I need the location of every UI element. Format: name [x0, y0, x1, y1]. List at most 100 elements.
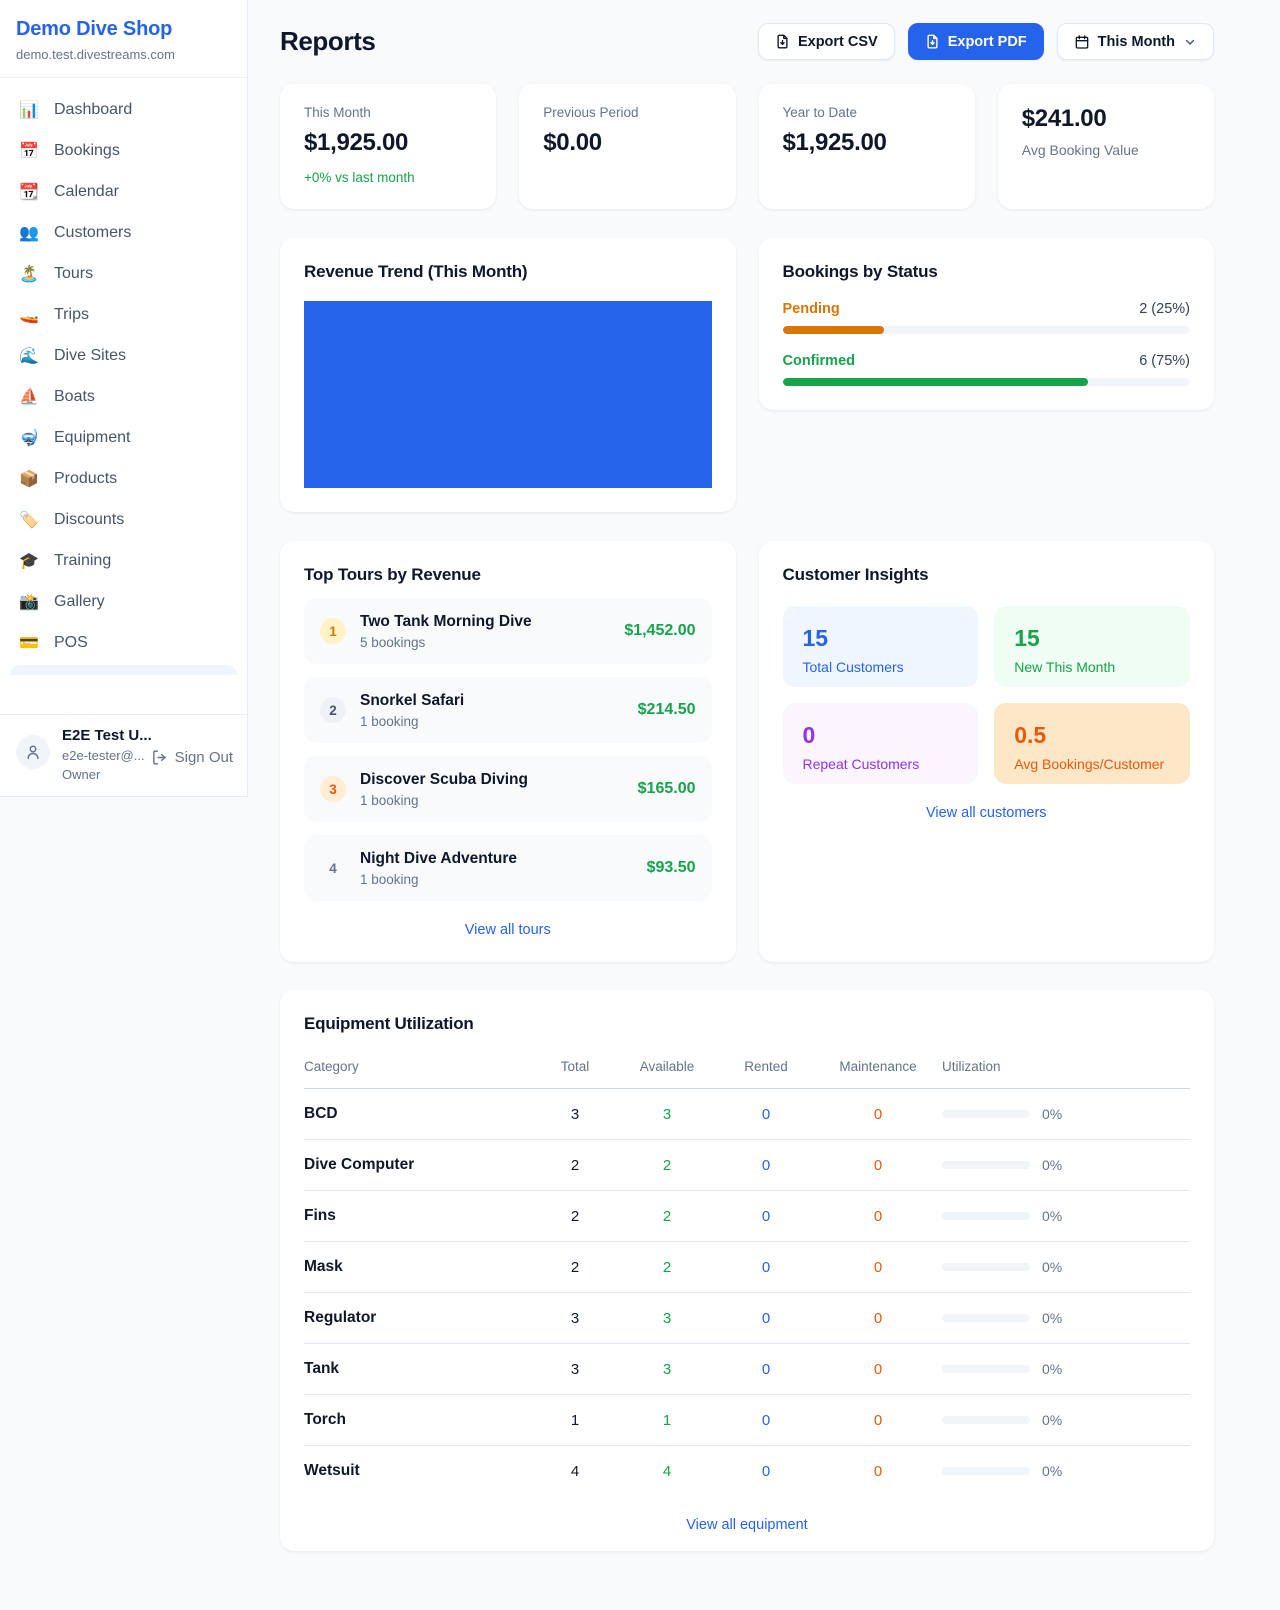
status-count: 6 (75%): [1139, 353, 1190, 369]
tile-value: 15: [803, 625, 959, 652]
sailboat-icon: ⛵: [18, 387, 40, 407]
total-cell: 3: [534, 1344, 616, 1395]
sidebar-item-label: Trips: [54, 306, 89, 324]
utilization-track: [942, 1314, 1030, 1322]
sidebar-item-dashboard[interactable]: 📊 Dashboard: [8, 90, 239, 130]
status-row-pending: Pending 2 (25%): [783, 301, 1191, 334]
top-tours-card: Top Tours by Revenue 1 Two Tank Morning …: [280, 541, 736, 962]
available-cell: 3: [616, 1089, 718, 1140]
tour-row: 4 Night Dive Adventure 1 booking $93.50: [304, 835, 712, 901]
rank-badge: 2: [320, 697, 346, 723]
status-label: Pending: [783, 301, 840, 317]
tour-amount: $214.50: [638, 701, 696, 719]
table-row: Dive Computer 2 2 0 0 0%: [304, 1140, 1190, 1191]
progress-fill: [783, 378, 1089, 386]
stat-label: Year to Date: [783, 105, 951, 120]
sidebar-item-bookings[interactable]: 📅 Bookings: [8, 131, 239, 171]
sidebar-item-training[interactable]: 🎓 Training: [8, 541, 239, 581]
sidebar-active-item-partial[interactable]: [10, 665, 237, 675]
available-cell: 3: [616, 1344, 718, 1395]
tour-row: 3 Discover Scuba Diving 1 booking $165.0…: [304, 756, 712, 822]
stat-value: $241.00: [1022, 105, 1190, 133]
tour-name: Two Tank Morning Dive: [360, 613, 532, 631]
bar-chart-icon: 📊: [18, 100, 40, 120]
progress-track: [783, 378, 1191, 386]
sidebar-item-tours[interactable]: 🏝️ Tours: [8, 254, 239, 294]
tour-amount: $165.00: [638, 780, 696, 798]
view-all-equipment-link[interactable]: View all equipment: [304, 1517, 1190, 1533]
table-row: Tank 3 3 0 0 0%: [304, 1344, 1190, 1395]
utilization-cell: 0%: [942, 1191, 1190, 1242]
sidebar-item-pos[interactable]: 💳 POS: [8, 623, 239, 663]
utilization-track: [942, 1161, 1030, 1169]
sidebar-item-label: Equipment: [54, 429, 131, 447]
sidebar-item-dive-sites[interactable]: 🌊 Dive Sites: [8, 336, 239, 376]
tag-icon: 🏷️: [18, 510, 40, 530]
stat-card-year-to-date: Year to Date $1,925.00: [759, 84, 975, 209]
table-row: Mask 2 2 0 0 0%: [304, 1242, 1190, 1293]
tour-name: Discover Scuba Diving: [360, 771, 528, 789]
sidebar-item-calendar[interactable]: 📆 Calendar: [8, 172, 239, 212]
column-header-total: Total: [534, 1051, 616, 1089]
file-download-icon: [925, 34, 940, 49]
export-csv-button[interactable]: Export CSV: [758, 23, 895, 60]
sign-out-label: Sign Out: [175, 749, 233, 766]
status-count: 2 (25%): [1139, 301, 1190, 317]
utilization-cell: 0%: [942, 1242, 1190, 1293]
utilization-percent: 0%: [1042, 1463, 1062, 1479]
sidebar-item-customers[interactable]: 👥 Customers: [8, 213, 239, 253]
tile-avg-bookings: 0.5 Avg Bookings/Customer: [994, 703, 1190, 784]
sidebar-item-boats[interactable]: ⛵ Boats: [8, 377, 239, 417]
period-select[interactable]: This Month: [1057, 23, 1214, 60]
stat-card-previous-period: Previous Period $0.00: [519, 84, 735, 209]
rank-badge: 3: [320, 776, 346, 802]
available-cell: 4: [616, 1446, 718, 1497]
tour-info: Night Dive Adventure 1 booking: [360, 850, 517, 887]
tile-new-this-month: 15 New This Month: [994, 606, 1190, 687]
user-name: E2E Test U...: [62, 727, 152, 744]
sidebar-item-gallery[interactable]: 📸 Gallery: [8, 582, 239, 622]
shop-name: Demo Dive Shop: [16, 18, 231, 41]
sign-out-button[interactable]: Sign Out: [151, 749, 233, 766]
avatar: [16, 735, 50, 769]
graduation-cap-icon: 🎓: [18, 551, 40, 571]
maintenance-cell: 0: [814, 1089, 942, 1140]
table-row: Regulator 3 3 0 0 0%: [304, 1293, 1190, 1344]
file-download-icon: [775, 34, 790, 49]
page-header: Reports Export CSV Export PDF This Month: [280, 23, 1214, 60]
utilization-track: [942, 1467, 1030, 1475]
sidebar-item-discounts[interactable]: 🏷️ Discounts: [8, 500, 239, 540]
maintenance-cell: 0: [814, 1446, 942, 1497]
available-cell: 2: [616, 1191, 718, 1242]
user-role: Owner: [62, 767, 152, 782]
sidebar-item-label: POS: [54, 634, 88, 652]
revenue-trend-title: Revenue Trend (This Month): [304, 262, 712, 282]
sidebar-item-trips[interactable]: 🚤 Trips: [8, 295, 239, 335]
maintenance-cell: 0: [814, 1191, 942, 1242]
sidebar-item-label: Customers: [54, 224, 131, 242]
speedboat-icon: 🚤: [18, 305, 40, 325]
logout-icon: [151, 749, 168, 766]
category-cell: Torch: [304, 1395, 534, 1446]
category-cell: BCD: [304, 1089, 534, 1140]
sidebar-item-equipment[interactable]: 🤿 Equipment: [8, 418, 239, 458]
rented-cell: 0: [718, 1446, 814, 1497]
sidebar-item-label: Tours: [54, 265, 93, 283]
sidebar-item-products[interactable]: 📦 Products: [8, 459, 239, 499]
maintenance-cell: 0: [814, 1242, 942, 1293]
export-pdf-button[interactable]: Export PDF: [908, 23, 1044, 60]
stat-value: $1,925.00: [783, 129, 951, 157]
tile-label: Repeat Customers: [803, 756, 959, 772]
category-cell: Fins: [304, 1191, 534, 1242]
status-label: Confirmed: [783, 353, 856, 369]
charts-row: Revenue Trend (This Month) Bookings by S…: [280, 238, 1214, 512]
total-cell: 3: [534, 1089, 616, 1140]
view-all-tours-link[interactable]: View all tours: [304, 922, 712, 938]
total-cell: 2: [534, 1242, 616, 1293]
available-cell: 3: [616, 1293, 718, 1344]
equipment-utilization-title: Equipment Utilization: [304, 1014, 1190, 1034]
view-all-customers-link[interactable]: View all customers: [783, 805, 1191, 821]
rented-cell: 0: [718, 1089, 814, 1140]
column-header-available: Available: [616, 1051, 718, 1089]
rented-cell: 0: [718, 1140, 814, 1191]
